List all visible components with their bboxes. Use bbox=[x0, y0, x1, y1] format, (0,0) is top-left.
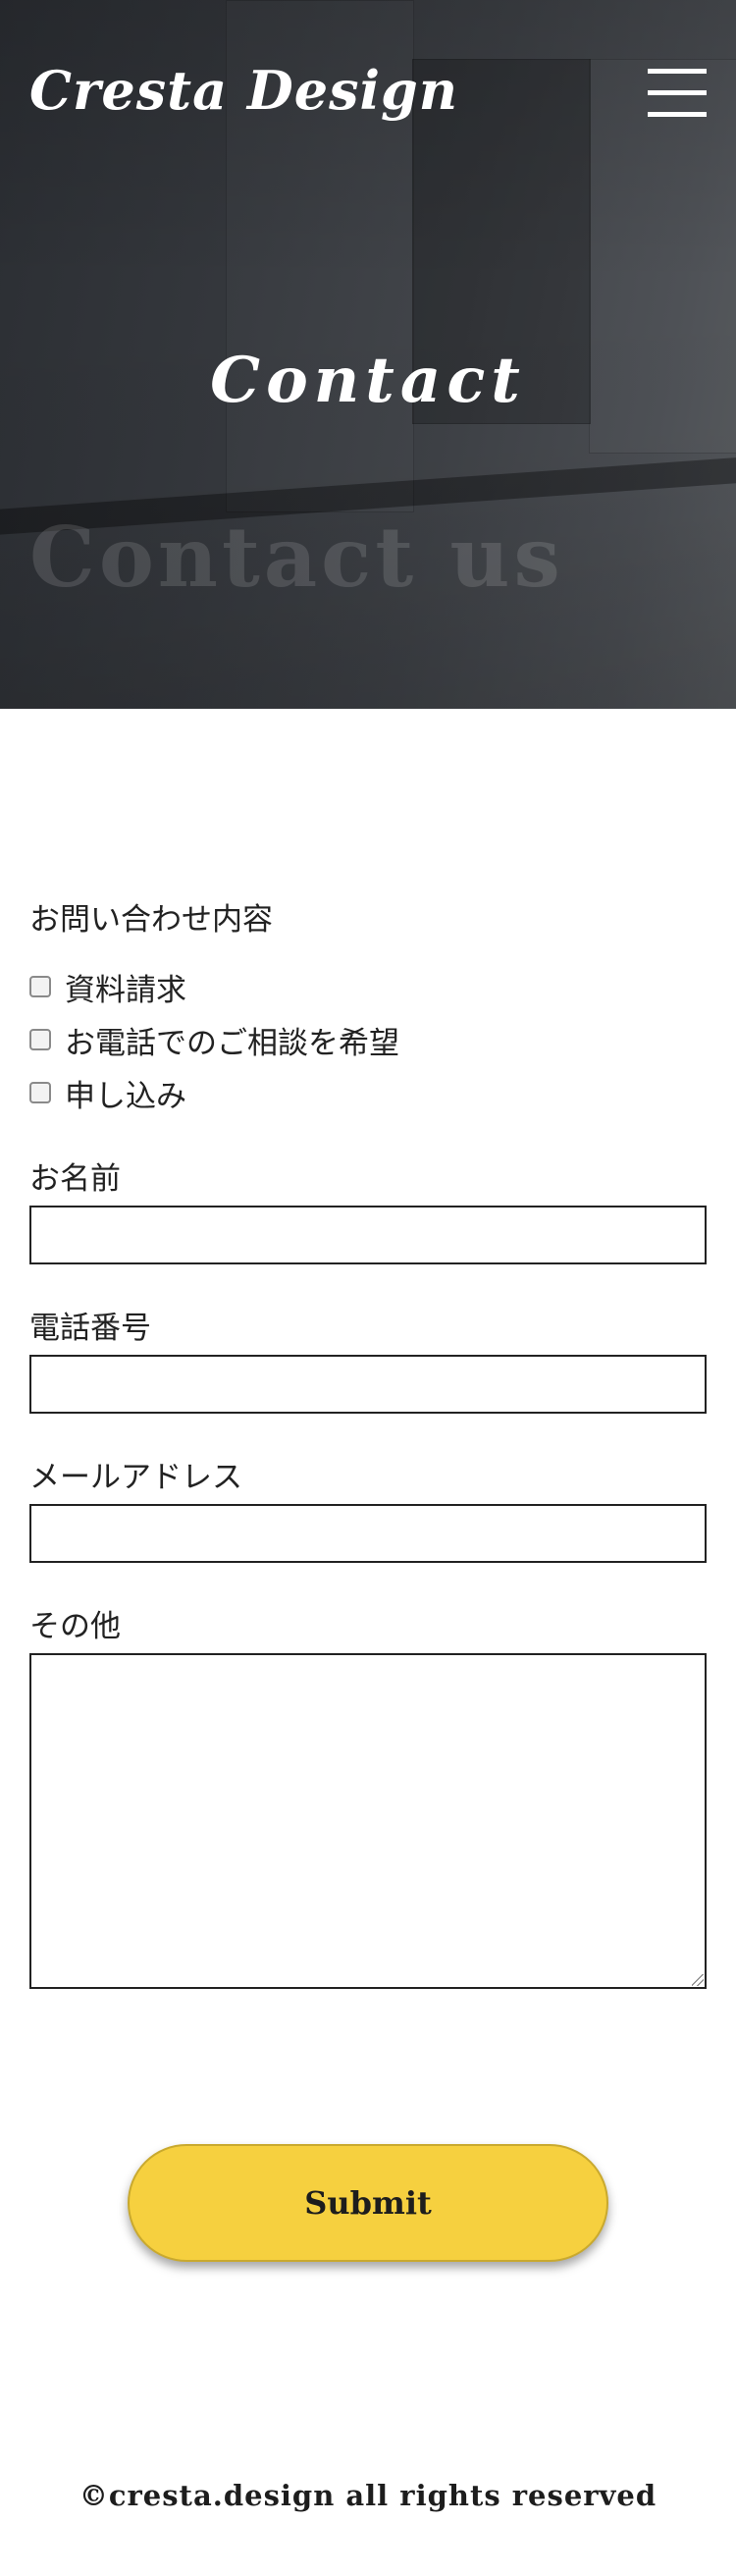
hero-banner: Cresta Design Contact Contact us bbox=[0, 0, 736, 709]
phone-label: 電話番号 bbox=[29, 1311, 151, 1346]
checkbox-label: 申し込み bbox=[65, 1078, 186, 1114]
menu-bar bbox=[648, 69, 707, 74]
other-textarea[interactable] bbox=[29, 1653, 707, 1989]
menu-bar bbox=[648, 112, 707, 117]
menu-bar bbox=[648, 90, 707, 95]
checkbox-phone-consultation[interactable]: お電話でのご相談を希望 bbox=[29, 1020, 399, 1061]
checkbox-document-request[interactable]: 資料請求 bbox=[29, 967, 186, 1008]
other-label: その他 bbox=[29, 1609, 121, 1644]
name-label: お名前 bbox=[29, 1161, 121, 1197]
hamburger-menu-icon[interactable] bbox=[648, 69, 707, 118]
submit-button[interactable]: Submit bbox=[128, 2144, 608, 2262]
email-input[interactable] bbox=[29, 1504, 707, 1563]
resize-handle-icon[interactable] bbox=[692, 1974, 704, 1986]
site-logo[interactable]: Cresta Design bbox=[29, 59, 458, 122]
phone-input[interactable] bbox=[29, 1355, 707, 1414]
checkbox[interactable] bbox=[29, 1082, 51, 1103]
footer-copyright: ©cresta.design all rights reserved bbox=[79, 2479, 657, 2512]
checkbox-label: 資料請求 bbox=[65, 972, 186, 1008]
name-input[interactable] bbox=[29, 1206, 707, 1264]
page-title: Contact bbox=[210, 344, 526, 417]
page-subtitle: Contact us bbox=[29, 509, 564, 606]
checkbox[interactable] bbox=[29, 976, 51, 997]
checkbox-label: お電話でのご相談を希望 bbox=[65, 1025, 399, 1061]
checkbox-application[interactable]: 申し込み bbox=[29, 1073, 186, 1114]
inquiry-type-label: お問い合わせ内容 bbox=[29, 902, 273, 938]
checkbox[interactable] bbox=[29, 1029, 51, 1050]
email-label: メールアドレス bbox=[29, 1460, 242, 1495]
